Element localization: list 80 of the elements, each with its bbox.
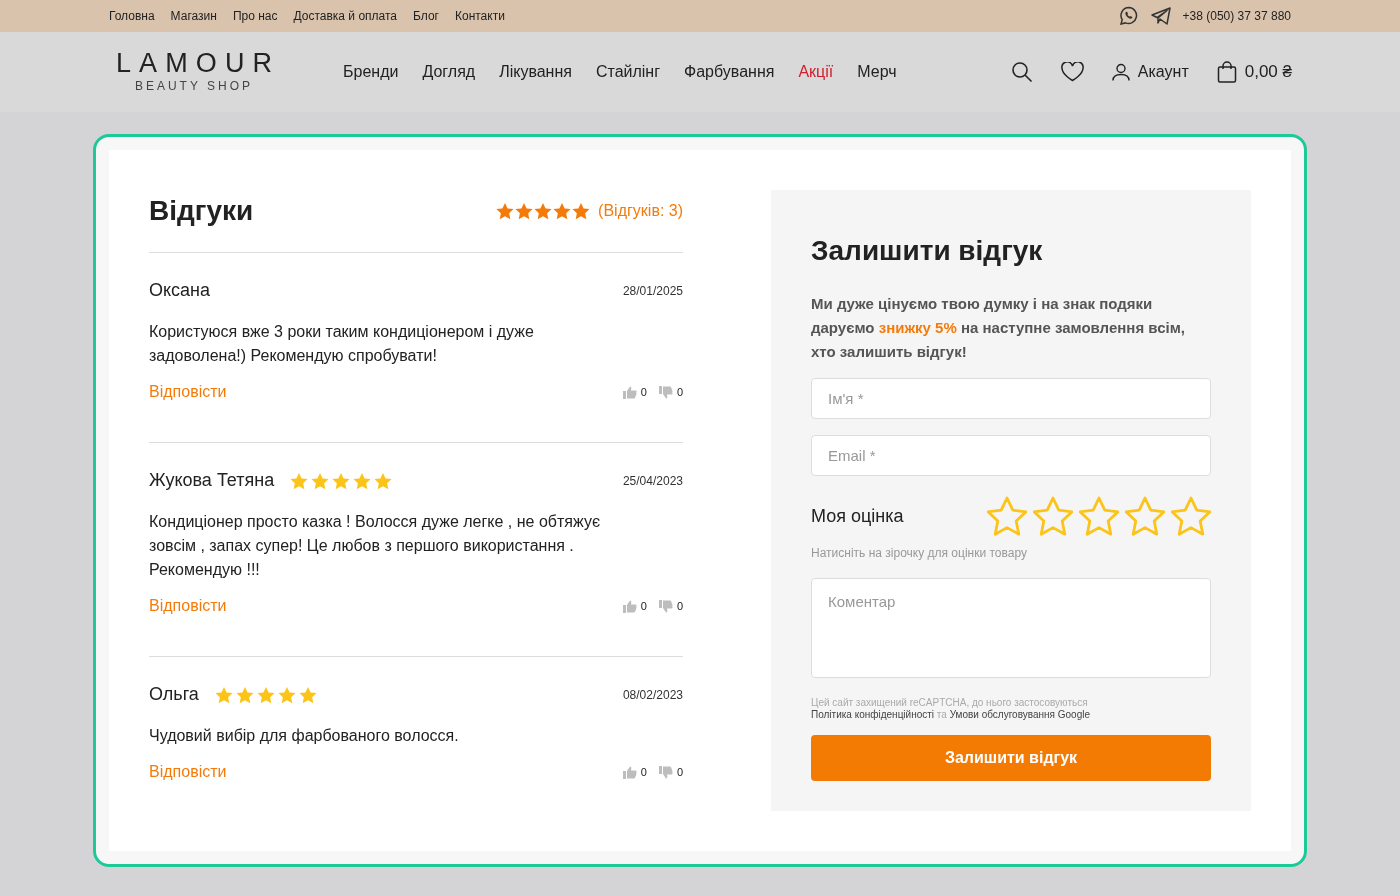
dislike-count: 0 bbox=[676, 384, 683, 400]
review-date: 08/02/2023 bbox=[622, 686, 683, 704]
top-link[interactable]: Магазин bbox=[170, 7, 217, 25]
star-icon bbox=[987, 496, 1027, 536]
thumbs-up-icon[interactable] bbox=[622, 765, 637, 779]
dislike-count: 0 bbox=[676, 598, 683, 614]
nav-link[interactable]: Мерч bbox=[857, 60, 897, 84]
top-link[interactable]: Головна bbox=[109, 7, 155, 25]
form-intro: Ми дуже цінуємо твою думку і на знак подяки даруємо знижку 5% на наступне замовлення всім, хто залишить відгук! bbox=[811, 294, 1186, 362]
policy-link[interactable]: Умови обслуговування Google bbox=[949, 709, 1090, 720]
thumbs-up-icon[interactable] bbox=[622, 385, 637, 399]
star-icon bbox=[332, 471, 351, 490]
dislike-count: 0 bbox=[676, 764, 683, 780]
star-icon bbox=[1125, 496, 1165, 536]
thumbs-down-icon[interactable] bbox=[658, 765, 673, 779]
user-icon bbox=[1111, 63, 1130, 81]
logo[interactable]: LAMOUR BEAUTY SHOP bbox=[108, 49, 280, 95]
like-count: 0 bbox=[640, 384, 647, 400]
nav-link[interactable]: Акції bbox=[798, 60, 834, 84]
rating-hint: Натисніть на зірочку для оцінки товару bbox=[811, 545, 1028, 562]
star-icon bbox=[1079, 496, 1119, 536]
top-link[interactable]: Про нас bbox=[232, 7, 278, 25]
star-button[interactable] bbox=[1171, 496, 1211, 536]
top-link[interactable]: Доставка й оплата bbox=[293, 7, 398, 25]
star-icon bbox=[353, 471, 372, 490]
heart-icon[interactable] bbox=[1060, 62, 1084, 82]
account-link[interactable]: Акаунт bbox=[1111, 60, 1189, 84]
review-date: 25/04/2023 bbox=[622, 472, 683, 490]
star-button[interactable] bbox=[1033, 496, 1073, 536]
form-title: Залишити відгук bbox=[811, 234, 1044, 268]
star-button[interactable] bbox=[987, 496, 1027, 536]
star-icon bbox=[256, 685, 275, 704]
phone-number[interactable]: +38 (050) 37 37 880 bbox=[1182, 7, 1291, 25]
star-icon bbox=[1033, 496, 1073, 536]
like-count: 0 bbox=[640, 764, 647, 780]
nav-link[interactable]: Бренди bbox=[343, 60, 399, 84]
search-icon[interactable] bbox=[1010, 61, 1033, 83]
star-icon bbox=[534, 202, 553, 220]
nav-link[interactable]: Стайлінг bbox=[595, 60, 661, 84]
reviews-title: Відгуки bbox=[149, 194, 254, 228]
review-text: Кондиціонер просто казка ! Волосся дуже легке , не обтяжує зовсім , запах супер! Це любов з першого використання . Рекомендую !!! bbox=[149, 512, 602, 580]
star-button[interactable] bbox=[1125, 496, 1165, 536]
shopping-bag-icon bbox=[1216, 61, 1237, 83]
star-icon bbox=[515, 202, 534, 220]
thumbs-down-icon[interactable] bbox=[658, 599, 673, 613]
top-link[interactable]: Блог bbox=[413, 7, 439, 25]
review-author: Жукова Тетяна bbox=[149, 469, 275, 492]
like-count: 0 bbox=[640, 598, 647, 614]
phone-bubble-icon[interactable] bbox=[1118, 6, 1139, 26]
star-button[interactable] bbox=[1079, 496, 1119, 536]
star-icon bbox=[496, 202, 515, 220]
thumbs-up-icon[interactable] bbox=[622, 599, 637, 613]
star-icon bbox=[374, 471, 393, 490]
star-icon bbox=[214, 685, 233, 704]
star-icon bbox=[277, 685, 296, 704]
top-link[interactable]: Контакти bbox=[454, 7, 505, 25]
star-icon bbox=[298, 685, 317, 704]
star-icon bbox=[1171, 496, 1211, 536]
rating-label: Моя оцінка bbox=[811, 504, 904, 528]
review-date: 28/01/2025 bbox=[622, 282, 683, 300]
recaptcha-notice: Цей сайт захищений reCAPTCHA, до нього застосовуються Політика конфіденційності та Умови обслуговування Google bbox=[811, 697, 1091, 721]
cart-link[interactable]: 0,00 ₴ bbox=[1216, 59, 1292, 85]
review-author: Ольга bbox=[149, 683, 199, 706]
star-icon bbox=[235, 685, 254, 704]
policy-link[interactable]: Політика конфіденційності bbox=[811, 709, 935, 720]
nav-link[interactable]: Догляд bbox=[422, 60, 476, 84]
review-text: Користуюся вже 3 роки таким кондиціонером і дуже задоволена!) Рекомендую спробувати! bbox=[149, 322, 535, 366]
nav-link[interactable]: Фарбування bbox=[684, 60, 775, 84]
nav-link[interactable]: Лікування bbox=[499, 60, 572, 84]
star-icon bbox=[290, 471, 309, 490]
star-icon bbox=[311, 471, 330, 490]
thumbs-down-icon[interactable] bbox=[658, 385, 673, 399]
email-field[interactable]: Email * bbox=[811, 435, 1211, 476]
review-author: Оксана bbox=[149, 279, 211, 302]
star-icon bbox=[553, 202, 572, 220]
star-icon bbox=[572, 202, 591, 220]
name-field[interactable]: Ім'я * bbox=[811, 378, 1211, 419]
paper-plane-icon[interactable] bbox=[1150, 7, 1171, 25]
review-text: Чудовий вибір для фарбованого волосся. bbox=[149, 726, 460, 746]
comment-field[interactable]: Коментар bbox=[811, 578, 1211, 678]
